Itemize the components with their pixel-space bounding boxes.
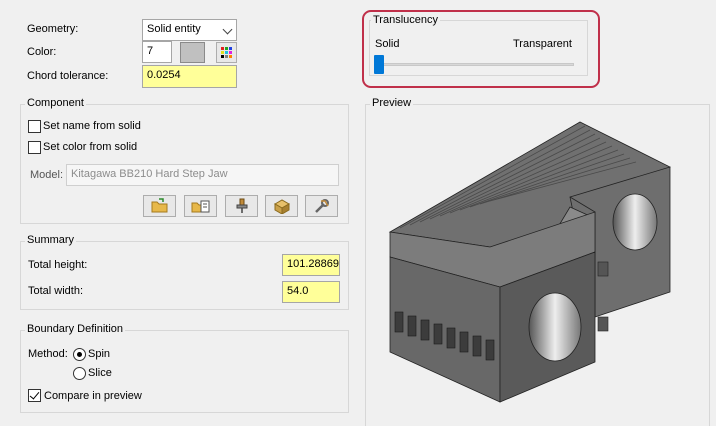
model-field[interactable]: Kitagawa BB210 Hard Step Jaw [66, 164, 339, 186]
open-list-icon [191, 200, 209, 213]
jaw-model [388, 121, 671, 403]
set-name-checkbox[interactable] [28, 120, 41, 133]
geometry-dropdown[interactable]: Solid entity [142, 19, 237, 41]
set-color-checkbox[interactable] [28, 141, 41, 154]
preview-title: Preview [370, 97, 414, 109]
set-color-label[interactable]: Set color from solid [43, 141, 137, 153]
component-pin-icon [236, 198, 247, 213]
open-folder-icon [151, 198, 167, 213]
color-index-field[interactable]: 7 [142, 41, 172, 63]
translucency-title: Translucency [371, 14, 441, 26]
export-box-icon [273, 199, 290, 214]
total-height-value: 101.28869 [282, 254, 340, 276]
component-pin-button[interactable] [225, 195, 258, 217]
export-box-button[interactable] [265, 195, 298, 217]
slice-label[interactable]: Slice [88, 367, 112, 379]
color-palette-button[interactable] [216, 42, 237, 63]
color-swatch[interactable] [180, 42, 205, 63]
chord-tolerance-label: Chord tolerance: [27, 70, 109, 82]
spin-label[interactable]: Spin [88, 348, 110, 360]
open-folder-button[interactable] [143, 195, 176, 217]
set-name-label[interactable]: Set name from solid [43, 120, 141, 132]
translucency-slider-thumb[interactable] [374, 55, 384, 74]
summary-title: Summary [25, 234, 77, 246]
geometry-value: Solid entity [147, 23, 201, 35]
translucency-slider-track[interactable] [378, 63, 574, 66]
compare-preview-label[interactable]: Compare in preview [44, 390, 142, 402]
open-list-button[interactable] [184, 195, 217, 217]
chevron-down-icon [222, 24, 233, 35]
translucency-solid-label: Solid [375, 38, 400, 50]
spin-radio[interactable] [73, 348, 86, 361]
tools-wrench-icon [314, 199, 329, 213]
slice-radio[interactable] [73, 367, 86, 380]
compare-preview-checkbox[interactable] [28, 389, 41, 402]
total-width-label: Total width: [28, 285, 84, 297]
geometry-label: Geometry: [27, 23, 79, 35]
total-width-value: 54.0 [282, 281, 340, 303]
total-height-label: Total height: [28, 259, 88, 271]
component-title: Component [25, 97, 86, 109]
translucency-transparent-label: Transparent [513, 38, 572, 50]
chord-tolerance-field[interactable]: 0.0254 [142, 65, 237, 88]
method-label: Method: [28, 348, 68, 360]
color-label: Color: [27, 46, 57, 58]
model-label: Model: [30, 169, 64, 181]
boundary-title: Boundary Definition [25, 323, 126, 335]
tools-button[interactable] [305, 195, 338, 217]
preview-viewport[interactable] [380, 112, 700, 422]
color-palette-icon [221, 47, 232, 58]
